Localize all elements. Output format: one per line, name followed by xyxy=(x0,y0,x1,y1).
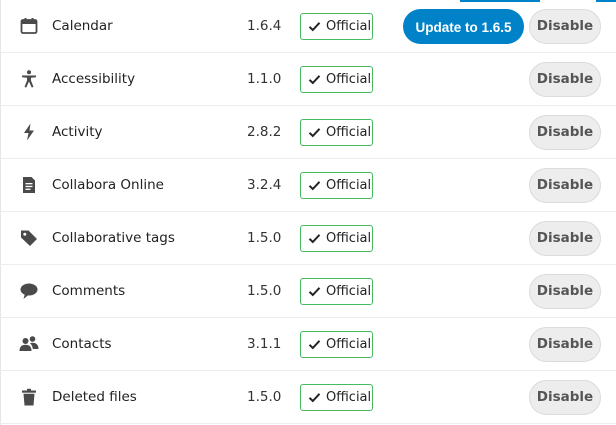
official-badge-label: Official xyxy=(326,231,372,246)
official-badge-label: Official xyxy=(326,337,372,352)
app-version: 3.1.1 xyxy=(247,336,282,352)
checkmark-icon xyxy=(308,234,321,244)
app-version: 1.5.0 xyxy=(247,230,282,246)
official-badge: Official xyxy=(300,172,373,199)
app-row-deleted-files: Deleted files 1.5.0 Official Disable xyxy=(0,371,616,424)
checkmark-icon xyxy=(308,75,321,85)
app-name: Collaborative tags xyxy=(52,230,175,246)
calendar-icon xyxy=(19,16,39,36)
official-badge: Official xyxy=(300,384,373,411)
app-version: 3.2.4 xyxy=(247,177,282,193)
comment-icon xyxy=(19,281,39,301)
checkmark-icon xyxy=(308,340,321,350)
app-version: 1.5.0 xyxy=(247,389,282,405)
official-badge: Official xyxy=(300,119,373,146)
app-version: 2.8.2 xyxy=(247,124,282,140)
official-badge-label: Official xyxy=(326,284,372,299)
disable-button[interactable]: Disable xyxy=(529,168,601,203)
official-badge-label: Official xyxy=(326,72,372,87)
disable-button[interactable]: Disable xyxy=(529,274,601,309)
accessibility-icon xyxy=(19,69,39,89)
checkmark-icon xyxy=(308,128,321,138)
app-name: Calendar xyxy=(52,18,113,34)
trash-icon xyxy=(19,387,39,407)
app-row-accessibility: Accessibility 1.1.0 Official Disable xyxy=(0,53,616,106)
checkmark-icon xyxy=(308,181,321,191)
disable-button[interactable]: Disable xyxy=(529,327,601,362)
app-version: 1.5.0 xyxy=(247,283,282,299)
tag-icon xyxy=(19,228,39,248)
official-badge: Official xyxy=(300,331,373,358)
app-name: Accessibility xyxy=(52,71,136,87)
official-badge-label: Official xyxy=(326,390,372,405)
app-name: Collabora Online xyxy=(52,177,164,193)
app-row-activity: Activity 2.8.2 Official Disable xyxy=(0,106,616,159)
app-version: 1.1.0 xyxy=(247,71,282,87)
official-badge-label: Official xyxy=(326,178,372,193)
document-icon xyxy=(19,175,39,195)
app-name: Contacts xyxy=(52,336,112,352)
official-badge: Official xyxy=(300,225,373,252)
official-badge-label: Official xyxy=(326,19,372,34)
checkmark-icon xyxy=(308,287,321,297)
app-management-list: Calendar 1.6.4 Official Update to 1.6.5 … xyxy=(0,0,616,425)
disable-button[interactable]: Disable xyxy=(529,62,601,97)
official-badge: Official xyxy=(300,278,373,305)
official-badge: Official xyxy=(300,66,373,93)
disable-button[interactable]: Disable xyxy=(529,221,601,256)
checkmark-icon xyxy=(308,393,321,403)
disable-button[interactable]: Disable xyxy=(529,9,601,44)
contacts-icon xyxy=(19,334,39,354)
app-name: Comments xyxy=(52,283,126,299)
disable-button[interactable]: Disable xyxy=(529,380,601,415)
app-row-collabora-online: Collabora Online 3.2.4 Official Disable xyxy=(0,159,616,212)
app-name: Deleted files xyxy=(52,389,137,405)
update-button[interactable]: Update to 1.6.5 xyxy=(403,9,524,44)
app-version: 1.6.4 xyxy=(247,18,282,34)
official-badge-label: Official xyxy=(326,125,372,140)
app-name: Activity xyxy=(52,124,103,140)
disable-button[interactable]: Disable xyxy=(529,115,601,150)
official-badge: Official xyxy=(300,13,373,40)
app-row-calendar: Calendar 1.6.4 Official Update to 1.6.5 … xyxy=(0,0,616,53)
checkmark-icon xyxy=(308,22,321,32)
app-row-contacts: Contacts 3.1.1 Official Disable xyxy=(0,318,616,371)
activity-icon xyxy=(19,122,39,142)
app-row-comments: Comments 1.5.0 Official Disable xyxy=(0,265,616,318)
app-row-collaborative-tags: Collaborative tags 1.5.0 Official Disabl… xyxy=(0,212,616,265)
